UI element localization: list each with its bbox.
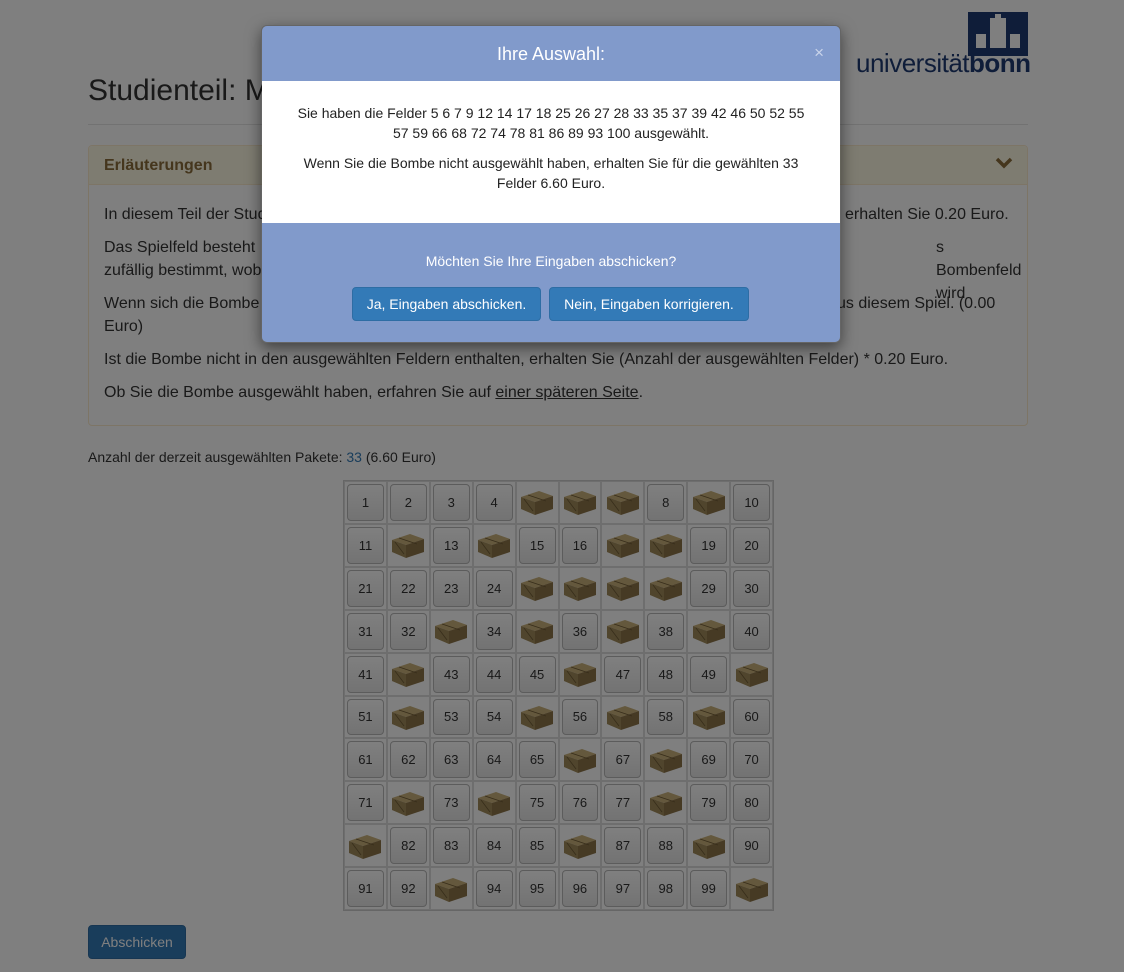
confirm-submit-button[interactable]: Ja, Eingaben abschicken. [352, 287, 541, 321]
modal-question: Möchten Sie Ihre Eingaben abschicken? [425, 253, 677, 269]
modal-footer: Möchten Sie Ihre Eingaben abschicken? Ja… [262, 237, 840, 342]
close-icon[interactable]: × [814, 43, 824, 63]
modal-payout-text: Wenn Sie die Bombe nicht ausgewählt habe… [303, 155, 799, 191]
modal-divider [262, 222, 840, 238]
modal-header: Ihre Auswahl: × [262, 26, 840, 81]
modal-title: Ihre Auswahl: [496, 44, 606, 64]
confirmation-modal: Ihre Auswahl: × Sie haben die Felder 5 6… [261, 25, 841, 343]
modal-selection-text: Sie haben die Felder 5 6 7 9 12 14 17 18… [297, 105, 805, 141]
modal-body: Sie haben die Felder 5 6 7 9 12 14 17 18… [262, 81, 840, 222]
correct-entries-button[interactable]: Nein, Eingaben korrigieren. [549, 287, 749, 321]
